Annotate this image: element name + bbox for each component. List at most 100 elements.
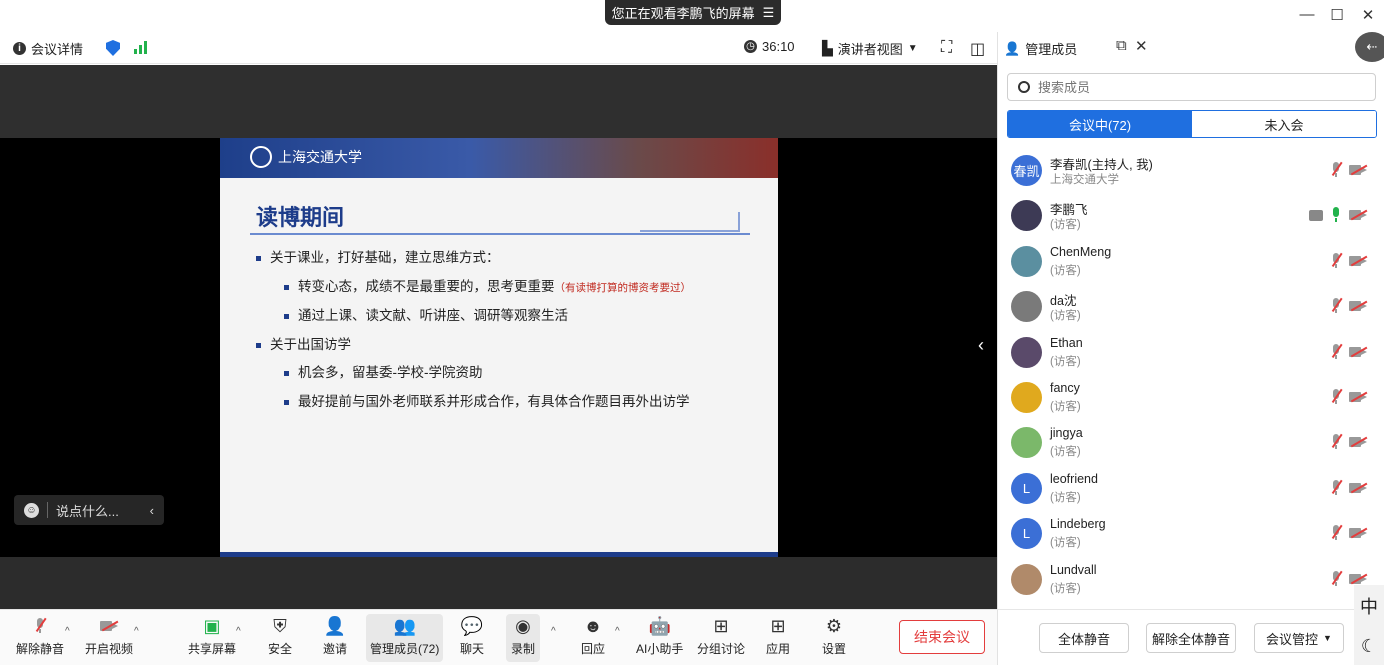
apps-label: 应用 [765, 642, 790, 656]
member-name: fancy [1050, 380, 1080, 395]
mic-muted-icon[interactable] [1331, 297, 1343, 314]
close-button[interactable]: ✕ [1358, 6, 1378, 24]
mic-muted-icon[interactable] [1331, 434, 1343, 450]
mic-on-icon[interactable] [1331, 207, 1341, 223]
mic-muted-icon[interactable] [1331, 343, 1343, 360]
record-label: 录制 [510, 642, 535, 656]
slide-bullet-text: 关于课业，打好基础，建立思维方式： [270, 250, 500, 265]
list-item[interactable]: ChenMeng (访客) [998, 240, 1384, 285]
slide-bullet-note: （有读博打算的博资考要过） [554, 281, 692, 294]
menu-icon[interactable]: ☰ [763, 5, 775, 21]
tab-not-joined[interactable]: 未入会 [1192, 111, 1376, 137]
list-item[interactable]: 春凯 李春凯(主持人, 我) 上海交通大学 [998, 149, 1384, 194]
mute-all-button[interactable]: 全体静音 [1039, 623, 1129, 653]
emoji-icon[interactable]: ☺ [24, 502, 39, 518]
mic-muted-icon[interactable] [1331, 570, 1343, 587]
unmute-button[interactable]: 解除静音 [16, 614, 64, 657]
collapse-panel-icon[interactable]: ⇠ [1355, 32, 1384, 62]
slide-bullet: 关于课业，打好基础，建立思维方式： [256, 244, 691, 273]
list-item[interactable]: L Lindeberg (访客) [998, 512, 1384, 557]
camera-off-icon[interactable] [1349, 391, 1368, 403]
list-item[interactable]: Lundvall (访客) [998, 558, 1384, 603]
share-screen-button[interactable]: ▣ 共享屏幕 [188, 614, 236, 657]
avatar [1011, 245, 1042, 277]
camera-off-icon[interactable] [1349, 482, 1368, 494]
minimize-button[interactable]: — [1297, 6, 1317, 23]
close-icon[interactable]: ✕ [1135, 37, 1148, 55]
security-button[interactable]: ⛨ 安全 [267, 614, 293, 657]
member-subtitle: (访客) [1050, 355, 1081, 368]
camera-off-icon[interactable] [1349, 300, 1368, 312]
member-name: ChenMeng [1050, 244, 1112, 259]
camera-off-icon[interactable] [1349, 164, 1368, 176]
gate-illustration [640, 212, 740, 232]
mic-muted-icon[interactable] [1331, 161, 1343, 178]
mic-muted-icon[interactable] [1331, 479, 1343, 496]
sidebar-toggle-icon[interactable]: ◫ [970, 39, 985, 59]
maximize-button[interactable]: ☐ [1327, 6, 1347, 24]
list-item[interactable]: Lleofriend (访客) [998, 467, 1384, 512]
list-item[interactable]: da沈 (访客) [998, 285, 1384, 330]
breakout-icon: ⊞ [713, 615, 729, 636]
start-video-button[interactable]: 开启视频 [85, 614, 133, 657]
mic-muted-icon[interactable] [1331, 252, 1343, 269]
security-label: 安全 [267, 642, 292, 656]
apps-button[interactable]: ⊞ 应用 [765, 614, 791, 657]
mic-muted-icon[interactable] [1331, 524, 1343, 541]
unmute-label: 解除静音 [16, 642, 65, 656]
camera-off-icon[interactable] [1349, 573, 1368, 585]
list-item[interactable]: jingya (访客) [998, 421, 1384, 466]
list-item[interactable]: 李鹏飞 (访客) [998, 194, 1384, 239]
manage-members-button[interactable]: 👥 管理成员(72) [366, 614, 444, 662]
settings-button[interactable]: ⚙ 设置 [821, 614, 847, 657]
signal-icon[interactable] [134, 40, 147, 54]
sharing-banner[interactable]: 您正在观看李鹏飞的屏幕 ☰ [605, 0, 781, 25]
member-subtitle: (访客) [1050, 310, 1081, 323]
chevron-up-icon[interactable]: ^ [134, 626, 139, 637]
slide-bullet: 机会多，留基委-学校-学院资助 [256, 359, 691, 388]
member-status-icons [1331, 297, 1368, 314]
search-field[interactable] [1007, 73, 1376, 101]
chevron-up-icon[interactable]: ^ [615, 626, 620, 637]
camera-off-icon[interactable] [1349, 346, 1368, 358]
member-status-icons [1331, 343, 1368, 360]
camera-off-icon[interactable] [1349, 436, 1368, 448]
list-item[interactable]: Ethan (访客) [998, 331, 1384, 376]
chevron-up-icon[interactable]: ^ [65, 626, 70, 637]
mic-muted-icon[interactable] [1331, 388, 1343, 405]
panel-title: 👤 管理成员 [1004, 39, 1077, 58]
member-subtitle: (访客) [1050, 537, 1081, 550]
search-input[interactable] [1038, 79, 1338, 95]
slide-footer-bar [220, 552, 778, 557]
meeting-details-label: 会议详情 [31, 42, 84, 57]
chat-input[interactable]: ☺ 说点什么... ‹ [14, 495, 164, 525]
slide-header-banner: 上海交通大学 [220, 138, 778, 178]
camera-off-icon[interactable] [1349, 527, 1368, 539]
record-button[interactable]: ◉ 录制 [506, 614, 540, 662]
ai-assistant-button[interactable]: 🤖 AI小助手 [636, 614, 683, 657]
member-status-icons [1331, 524, 1368, 541]
fullscreen-icon[interactable]: ⛶ [941, 39, 952, 57]
invite-button[interactable]: 👤 邀请 [322, 614, 348, 657]
camera-off-icon[interactable] [1349, 209, 1368, 221]
chevron-left-icon[interactable]: ‹ [978, 335, 984, 356]
tab-in-meeting[interactable]: 会议中(72) [1008, 111, 1192, 137]
avatar [1011, 291, 1042, 323]
chat-button[interactable]: 💬 聊天 [459, 614, 485, 657]
meeting-details-button[interactable]: i 会议详情 [13, 39, 83, 58]
chevron-up-icon[interactable]: ^ [236, 626, 241, 637]
chevron-up-icon[interactable]: ^ [551, 626, 556, 637]
view-mode-dropdown[interactable]: ▙ 演讲者视图 ▼ [822, 39, 918, 58]
security-shield-icon[interactable] [106, 40, 120, 56]
react-button[interactable]: ☻ 回应 [580, 614, 606, 657]
end-meeting-button[interactable]: 结束会议 [899, 620, 985, 654]
unmute-all-button[interactable]: 解除全体静音 [1146, 623, 1236, 653]
breakout-button[interactable]: ⊞ 分组讨论 [697, 614, 745, 657]
slide-bullet: 最好提前与国外老师联系并形成合作，有具体合作题目再外出访学 [256, 388, 691, 417]
list-item[interactable]: fancy (访客) [998, 376, 1384, 421]
camera-off-icon[interactable] [1349, 255, 1368, 267]
meeting-control-button[interactable]: 会议管控 ▼ [1254, 623, 1344, 653]
ime-indicator[interactable]: 中 ☾ [1354, 585, 1384, 665]
pop-out-icon[interactable]: ⧉ [1116, 37, 1127, 54]
chevron-left-icon[interactable]: ‹ [150, 503, 154, 518]
